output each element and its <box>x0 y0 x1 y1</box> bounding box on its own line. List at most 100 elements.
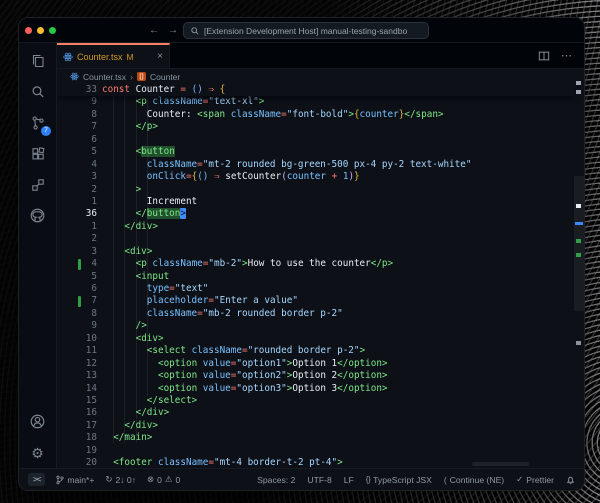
account-icon[interactable] <box>19 406 56 437</box>
line-number: 12 <box>57 358 102 370</box>
line-number: 5 <box>57 146 102 158</box>
horizontal-scrollbar[interactable] <box>472 462 529 466</box>
code-line[interactable]: 7 </p> <box>57 121 574 133</box>
code-line[interactable]: 3 onClick={() ⇒ setCounter(counter + 1)} <box>57 171 574 183</box>
language-status[interactable]: {} TypeScript JSX <box>366 475 432 485</box>
line-number: 13 <box>57 370 102 382</box>
sticky-scroll: 33const Counter = () ⇒ { <box>57 84 574 96</box>
eol-status[interactable]: LF <box>344 475 354 485</box>
code-line[interactable]: 16 </div> <box>57 407 574 419</box>
ruler-mark <box>576 90 581 94</box>
close-tab-icon[interactable]: × <box>157 51 163 62</box>
status-bar: >< main*+ ↻ 2↓ 0↑ ⊗ 0 ⚠ 0 Spaces: 2 UTF-… <box>19 468 584 490</box>
code-line[interactable]: 2 > <box>57 184 574 196</box>
code-line[interactable]: 14 <option value="option3">Option 3</opt… <box>57 383 574 395</box>
git-modified-marker <box>78 259 81 270</box>
notifications-bell-icon[interactable] <box>566 475 575 485</box>
zoom-window-button[interactable] <box>49 27 56 34</box>
code-line[interactable]: 5 <button <box>57 146 574 158</box>
tab-bar: Counter.tsx M × ⋯ <box>57 43 584 69</box>
encoding-status[interactable]: UTF-8 <box>307 475 331 485</box>
editor-actions: ⋯ <box>538 43 584 68</box>
sync-icon: ↻ <box>105 474 112 485</box>
code-line[interactable]: 4 className="mt-2 rounded bg-green-500 p… <box>57 159 574 171</box>
code-lines: 9 <p className="text-xl">8 Counter: <spa… <box>57 96 574 468</box>
prettier-status[interactable]: ✓ Prettier <box>516 474 554 485</box>
sync-status[interactable]: ↻ 2↓ 0↑ <box>105 474 136 485</box>
code-line[interactable]: 13 <option value="option2">Option 2</opt… <box>57 370 574 382</box>
code-line[interactable]: 3 <div> <box>57 246 574 258</box>
settings-gear-icon[interactable]: ⚙ <box>19 437 56 468</box>
code-line[interactable]: 10 <div> <box>57 333 574 345</box>
more-actions-icon[interactable]: ⋯ <box>561 49 573 62</box>
history-nav: ← → <box>149 18 178 42</box>
line-number: 7 <box>57 121 102 133</box>
code-line[interactable]: 18 </main> <box>57 432 574 444</box>
code-line[interactable]: 4 <p className="mb-2">How to use the cou… <box>57 258 574 270</box>
breadcrumb[interactable]: Counter.tsx › [] Counter <box>57 69 584 84</box>
line-number: 8 <box>57 109 102 121</box>
symbol-icon: [] <box>137 72 146 81</box>
react-file-icon <box>70 72 79 81</box>
minimize-window-button[interactable] <box>37 27 44 34</box>
source-control-icon[interactable]: 7 <box>19 107 56 138</box>
indentation-status[interactable]: Spaces: 2 <box>257 475 295 485</box>
code-line[interactable]: 6 <box>57 134 574 146</box>
line-number: 15 <box>57 395 102 407</box>
breadcrumb-symbol[interactable]: Counter <box>150 72 180 82</box>
remote-indicator[interactable]: >< <box>28 473 45 486</box>
line-number: 1 <box>57 196 102 208</box>
code-line[interactable]: 9 <p className="text-xl"> <box>57 96 574 108</box>
line-number: 9 <box>57 96 102 108</box>
code-line[interactable]: 17 </div> <box>57 420 574 432</box>
code-line[interactable]: 8 className="mb-2 rounded border p-2" <box>57 308 574 320</box>
explorer-icon[interactable] <box>19 45 56 76</box>
code-editor[interactable]: 9 <p className="text-xl">8 Counter: <spa… <box>57 84 584 468</box>
continue-icon: ( <box>444 475 447 485</box>
git-modified-marker <box>78 296 81 307</box>
branch-icon <box>56 475 64 485</box>
code-line[interactable]: 7 placeholder="Enter a value" <box>57 295 574 307</box>
forward-icon[interactable]: → <box>168 25 178 36</box>
line-number: 36 <box>57 208 102 220</box>
ruler-mark <box>576 81 581 85</box>
code-line[interactable]: 36 </button> <box>57 208 574 220</box>
react-file-icon <box>63 52 73 62</box>
git-branch-item[interactable]: main*+ <box>56 475 94 485</box>
line-number: 6 <box>57 134 102 146</box>
problems-status[interactable]: ⊗ 0 ⚠ 0 <box>147 474 180 485</box>
code-line[interactable]: 12 <option value="option1">Option 1</opt… <box>57 358 574 370</box>
ruler-mark <box>576 253 581 257</box>
code-line[interactable]: 2 <box>57 233 574 245</box>
search-icon <box>191 27 199 35</box>
extensions-icon[interactable] <box>19 138 56 169</box>
editor-group: Counter.tsx M × ⋯ Counter.tsx › [] Count… <box>57 43 584 468</box>
sticky-line[interactable]: 33const Counter = () ⇒ { <box>57 84 574 96</box>
line-number: 2 <box>57 233 102 245</box>
search-view-icon[interactable] <box>19 76 56 107</box>
scm-badge: 7 <box>41 126 51 136</box>
code-line[interactable]: 9 /> <box>57 320 574 332</box>
code-line[interactable]: 6 type="text" <box>57 283 574 295</box>
code-line[interactable]: 8 Counter: <span className="font-bold">{… <box>57 109 574 121</box>
github-icon[interactable] <box>19 200 56 231</box>
line-number: 1 <box>57 221 102 233</box>
code-line[interactable]: 1 Increment <box>57 196 574 208</box>
close-window-button[interactable] <box>25 27 32 34</box>
code-line[interactable]: 11 <select className="rounded border p-2… <box>57 345 574 357</box>
code-line[interactable]: 1 </div> <box>57 221 574 233</box>
tab-counter-tsx[interactable]: Counter.tsx M × <box>57 43 170 68</box>
overview-ruler[interactable] <box>574 69 584 468</box>
references-icon[interactable] <box>19 169 56 200</box>
command-center[interactable]: [Extension Development Host] manual-test… <box>183 22 429 39</box>
code-line[interactable]: 15 </select> <box>57 395 574 407</box>
back-icon[interactable]: ← <box>149 25 159 36</box>
code-line[interactable]: 5 <input <box>57 271 574 283</box>
breadcrumb-file[interactable]: Counter.tsx <box>83 72 126 82</box>
scrollbar-thumb[interactable] <box>574 176 584 311</box>
split-editor-icon[interactable] <box>538 50 550 62</box>
code-line[interactable]: 19 <box>57 445 574 457</box>
ruler-mark <box>575 222 583 225</box>
continue-extension-status[interactable]: ( Continue (NE) <box>444 475 504 485</box>
line-number: 11 <box>57 345 102 357</box>
